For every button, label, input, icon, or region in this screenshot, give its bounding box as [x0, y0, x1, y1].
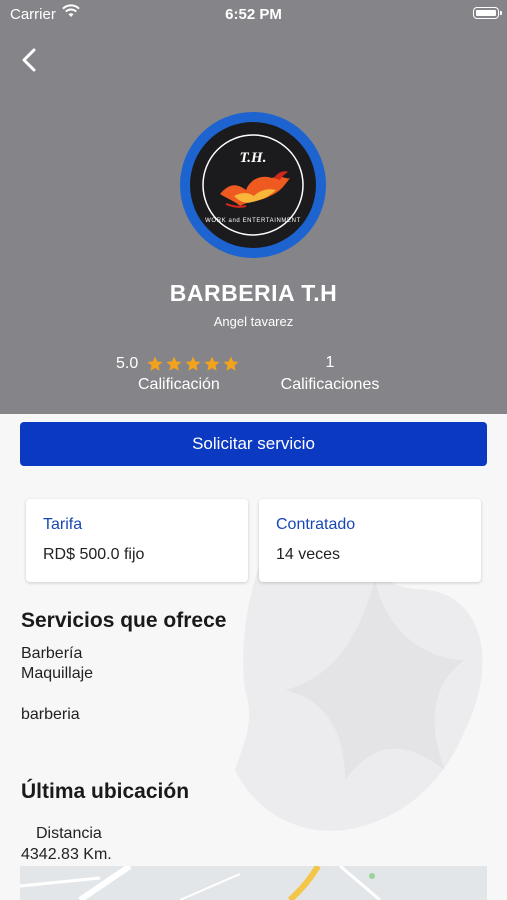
- star-icon: [185, 356, 201, 371]
- ratings-count-label: Calificaciones: [280, 376, 380, 393]
- map-roads-icon: [20, 866, 381, 900]
- profile-header: Carrier 6:52 PM T.H. WORK and ENTERTAINM…: [0, 0, 507, 414]
- star-icon: [147, 356, 163, 371]
- rate-card: Tarifa RD$ 500.0 fijo: [26, 499, 248, 582]
- logo-initials: T.H.: [239, 150, 267, 166]
- rating-label: Calificación: [138, 376, 220, 393]
- distance-label: Distancia: [36, 825, 102, 842]
- ratings-count-value: 1: [325, 354, 335, 371]
- location-map[interactable]: [20, 866, 487, 900]
- back-chevron-icon[interactable]: [16, 44, 44, 76]
- rating-summary: 5.0 Calificación: [116, 354, 266, 394]
- request-service-button[interactable]: Solicitar servicio: [20, 422, 487, 466]
- status-time: 6:52 PM: [225, 6, 282, 23]
- ratings-count-summary: 1 Calificaciones: [270, 354, 390, 394]
- battery-icon: [473, 7, 502, 19]
- rate-card-value: RD$ 500.0 fijo: [43, 546, 145, 563]
- service-item: Barbería: [21, 645, 83, 662]
- hired-card: Contratado 14 veces: [259, 499, 481, 582]
- hired-card-title: Contratado: [276, 516, 356, 533]
- rating-value: 5.0: [116, 355, 139, 372]
- services-title: Servicios que ofrece: [21, 609, 227, 632]
- hired-card-value: 14 veces: [276, 546, 341, 563]
- service-item: Maquillaje: [21, 665, 94, 682]
- star-icon: [166, 356, 182, 371]
- rating-stars: [146, 355, 241, 373]
- location-title: Última ubicación: [21, 780, 190, 803]
- rate-card-title: Tarifa: [43, 516, 83, 533]
- phoenix-logo-icon: [202, 134, 304, 236]
- star-icon: [223, 356, 239, 371]
- services-description: barberia: [21, 706, 80, 723]
- phoenix-watermark-icon: [235, 550, 483, 831]
- owner-name: Angel tavarez: [213, 314, 294, 329]
- logo-ring-text: WORK and ENTERTAINMENT: [205, 218, 301, 224]
- status-bar: Carrier 6:52 PM: [0, 0, 507, 28]
- barbershop-logo: T.H. WORK and ENTERTAINMENT: [180, 112, 326, 258]
- shop-title: BARBERIA T.H: [169, 280, 338, 306]
- distance-value: 4342.83 Km.: [21, 846, 112, 863]
- star-icon: [204, 356, 220, 371]
